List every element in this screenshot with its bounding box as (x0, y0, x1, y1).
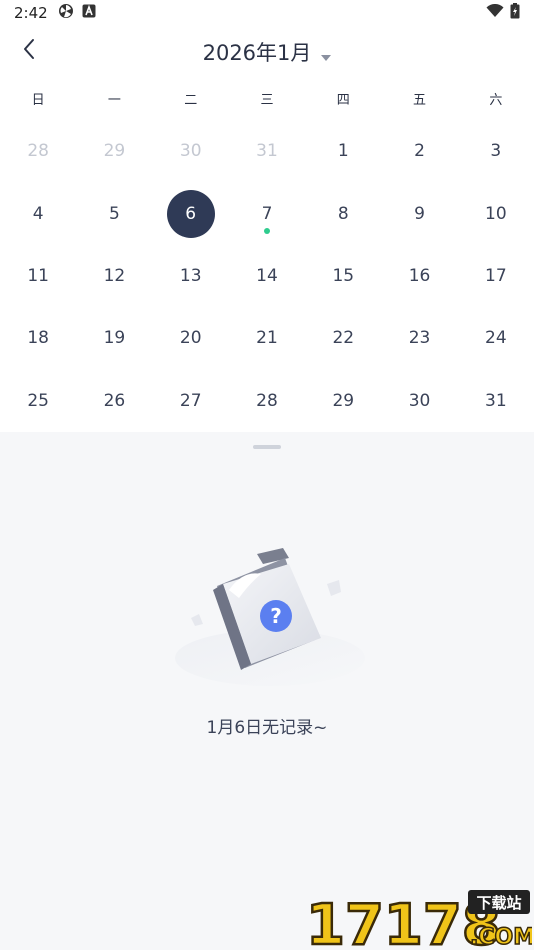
weekday-label: 日 (31, 92, 45, 108)
day-number: 16 (408, 265, 431, 286)
day-cell[interactable]: 25 (0, 370, 76, 432)
day-number: 4 (32, 203, 44, 224)
day-number: 30 (408, 390, 431, 411)
calendar-grid: 日一二三四五六 28 29 30 31 1 2 3 4 5 6 7 8 9 10 11 12 13 14 15 16 1… (0, 76, 534, 432)
day-number: 18 (27, 328, 49, 349)
caret-down-icon (321, 42, 332, 66)
day-number: 31 (485, 390, 507, 411)
day-number: 25 (27, 390, 49, 411)
day-cell[interactable]: 14 (229, 245, 305, 307)
weekday-label: 二 (184, 92, 198, 108)
day-number: 21 (256, 328, 278, 349)
day-number: 19 (103, 328, 126, 349)
day-number: 29 (103, 141, 126, 162)
day-cell[interactable]: 3 (458, 120, 534, 182)
day-number: 27 (179, 390, 202, 411)
days-grid: 28 29 30 31 1 2 3 4 5 6 7 8 9 10 11 12 13 14 15 16 17 18 19 20 2… (0, 120, 534, 432)
day-number: 28 (27, 141, 49, 162)
day-cell[interactable]: 8 (305, 182, 381, 244)
site-watermark: 17178 下载站 .COM (304, 888, 534, 950)
day-cell[interactable]: 28 (229, 370, 305, 432)
day-number: 24 (485, 328, 507, 349)
day-number: 1 (337, 141, 349, 162)
day-number: 30 (179, 141, 202, 162)
day-cell[interactable]: 7 (229, 182, 305, 244)
weekday-label: 三 (260, 92, 274, 108)
day-number: 9 (414, 203, 425, 224)
day-number: 12 (103, 265, 126, 286)
day-number: 3 (490, 141, 502, 162)
day-cell[interactable]: 1 (305, 120, 381, 182)
calendar-header: 2026年1月 (0, 26, 534, 76)
day-cell[interactable]: 19 (76, 307, 152, 369)
question-folder-icon: ? (165, 540, 375, 700)
day-cell[interactable]: 26 (76, 370, 152, 432)
day-number: 23 (408, 328, 431, 349)
status-right-group (486, 3, 520, 23)
day-cell[interactable]: 28 (0, 120, 76, 182)
weekday-label: 五 (413, 92, 427, 108)
svg-text:?: ? (270, 604, 282, 628)
day-cell[interactable]: 13 (153, 245, 229, 307)
day-cell[interactable]: 23 (381, 307, 457, 369)
day-cell[interactable]: 29 (305, 370, 381, 432)
day-cell[interactable]: 20 (153, 307, 229, 369)
day-number: 29 (332, 390, 355, 411)
day-number: 11 (27, 265, 49, 286)
day-number: 14 (256, 265, 278, 286)
fan-icon (58, 3, 74, 23)
month-selector[interactable]: 2026年1月 (0, 37, 534, 67)
battery-icon (510, 3, 520, 23)
day-cell[interactable]: 27 (153, 370, 229, 432)
day-number: 13 (179, 265, 202, 286)
day-cell[interactable]: 12 (76, 245, 152, 307)
weekday-label: 一 (107, 92, 121, 108)
empty-message: 1月6日无记录~ (206, 718, 328, 738)
day-cell[interactable]: 18 (0, 307, 76, 369)
day-cell-selected[interactable]: 6 (153, 182, 229, 244)
day-cell[interactable]: 2 (381, 120, 457, 182)
day-number: 6 (166, 189, 215, 238)
day-cell[interactable]: 4 (0, 182, 76, 244)
day-cell[interactable]: 24 (458, 307, 534, 369)
day-cell[interactable]: 16 (381, 245, 457, 307)
day-cell[interactable]: 31 (229, 120, 305, 182)
day-number: 22 (332, 328, 355, 349)
day-cell[interactable]: 29 (76, 120, 152, 182)
day-cell[interactable]: 5 (76, 182, 152, 244)
day-number: 8 (337, 203, 349, 224)
day-cell[interactable]: 9 (381, 182, 457, 244)
day-cell[interactable]: 22 (305, 307, 381, 369)
day-number: 2 (414, 141, 425, 162)
month-title: 2026年1月 (202, 41, 312, 65)
status-bar: 2:42 (0, 0, 534, 26)
day-number: 31 (256, 141, 278, 162)
day-number: 26 (103, 390, 126, 411)
day-number: 20 (179, 328, 202, 349)
a-badge-icon (82, 4, 96, 22)
day-number: 10 (485, 203, 507, 224)
day-cell[interactable]: 11 (0, 245, 76, 307)
day-cell[interactable]: 30 (153, 120, 229, 182)
drag-handle[interactable] (253, 445, 281, 449)
watermark-suffix: .COM (470, 925, 532, 950)
day-cell[interactable]: 30 (381, 370, 457, 432)
weekday-label: 四 (336, 92, 350, 108)
watermark-tag: 下载站 (476, 894, 521, 912)
day-cell[interactable]: 15 (305, 245, 381, 307)
day-cell[interactable]: 31 (458, 370, 534, 432)
day-number: 17 (485, 265, 507, 286)
weekday-row: 日一二三四五六 (0, 76, 534, 120)
wifi-icon (486, 3, 504, 22)
day-cell[interactable]: 10 (458, 182, 534, 244)
day-cell[interactable]: 21 (229, 307, 305, 369)
weekday-label: 六 (489, 92, 503, 108)
day-number: 28 (256, 390, 278, 411)
day-number: 15 (332, 265, 355, 286)
day-number: 5 (109, 203, 120, 224)
status-time: 2:42 (14, 4, 48, 22)
day-cell[interactable]: 17 (458, 245, 534, 307)
